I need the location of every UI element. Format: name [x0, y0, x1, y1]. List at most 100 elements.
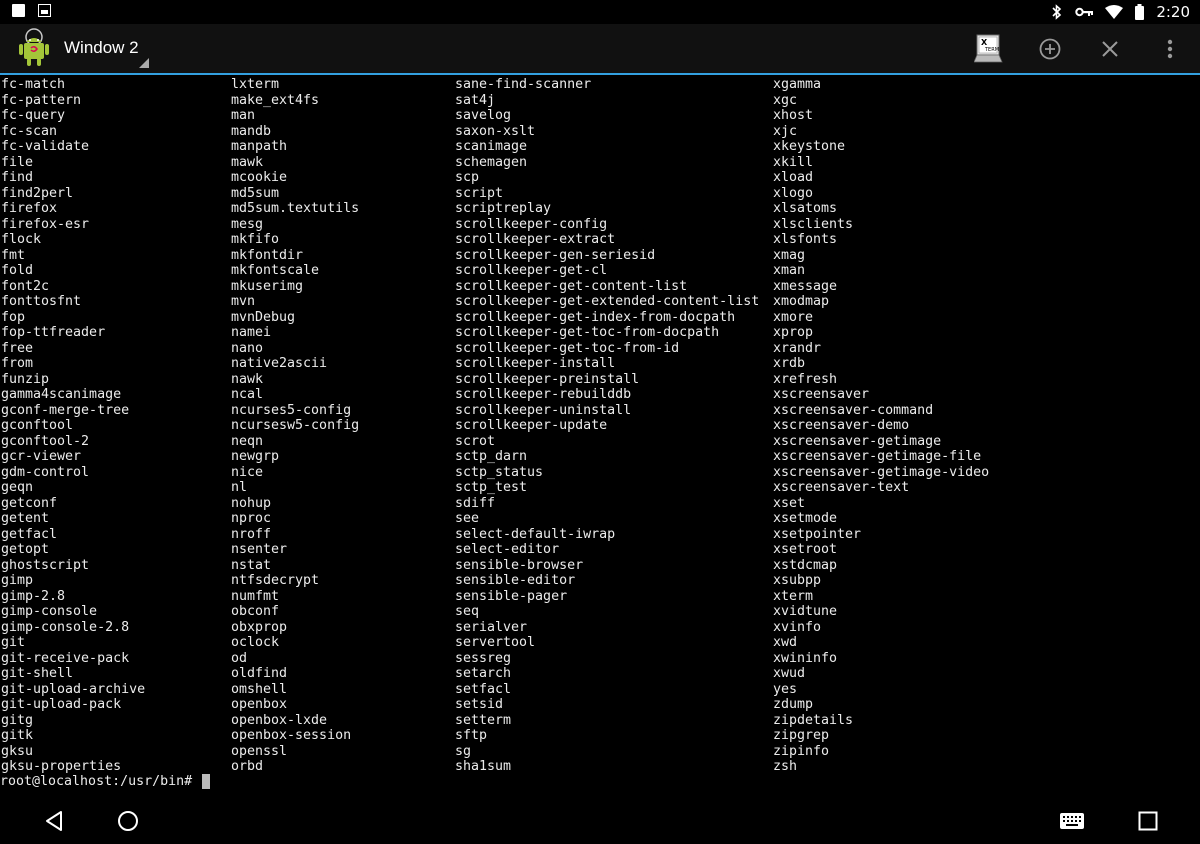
terminal-entry: nstat [231, 557, 272, 573]
terminal-entry: xmag [773, 247, 806, 263]
terminal-entry: mkfontdir [231, 247, 304, 263]
terminal-entry: saxon-xslt [455, 123, 536, 139]
terminal-entry: xhost [773, 108, 814, 123]
terminal-column-3: sane-find-scanner sat4j savelog saxon-xslt s… [455, 77, 759, 775]
terminal-entry: xstdcmap [773, 557, 838, 573]
recents-icon [1138, 811, 1158, 830]
terminal-entry: scrollkeeper-uninstall [455, 402, 632, 418]
terminal-entry: xscreensaver-getimage-video [773, 464, 990, 480]
terminal-entry: mcookie [231, 170, 288, 185]
debian-android-app-icon[interactable] [16, 28, 52, 68]
keyboard-button[interactable] [1054, 797, 1090, 844]
terminal-entry: sha1sum [455, 759, 512, 774]
terminal-entry: xwud [773, 666, 806, 681]
terminal-entry: xman [773, 263, 806, 278]
vpn-key-icon [1075, 7, 1094, 17]
terminal-entry: zsh [773, 759, 798, 774]
terminal-entry: geqn [1, 480, 34, 495]
terminal-entry: mesg [231, 216, 264, 232]
add-window-button[interactable] [1034, 24, 1066, 73]
terminal-entry: mkfontscale [231, 263, 320, 278]
terminal-entry: gitg [1, 712, 34, 728]
terminal-entry: serialver [455, 619, 528, 635]
terminal-entry: xkeystone [773, 139, 846, 154]
terminal-entry: xgc [773, 92, 798, 108]
terminal-entry: nl [231, 480, 248, 495]
terminal-entry: zipgrep [773, 728, 830, 743]
terminal-entry: md5sum [231, 185, 280, 201]
terminal-entry: xlsfonts [773, 232, 838, 247]
terminal-entry: openssl [231, 743, 288, 759]
terminal-entry: lxterm [231, 77, 280, 92]
terminal-entry: mvn [231, 294, 256, 309]
terminal-entry: oclock [231, 635, 280, 650]
navigation-bar [0, 797, 1200, 844]
terminal-entry: nproc [231, 511, 272, 526]
terminal-entry: scanimage [455, 139, 528, 154]
terminal-entry: od [231, 650, 248, 666]
recents-button[interactable] [1130, 797, 1166, 844]
terminal-entry: font2c [1, 278, 50, 294]
overflow-menu-button[interactable] [1156, 24, 1184, 73]
battery-icon [1135, 4, 1145, 20]
new-xterm-button[interactable]: X TERM [972, 24, 1006, 73]
terminal-entry: xprop [773, 325, 814, 340]
terminal-entry: xlogo [773, 185, 814, 201]
terminal-entry: xscreensaver-demo [773, 418, 910, 433]
terminal-entry: savelog [455, 108, 512, 123]
terminal-entry: xmessage [773, 278, 838, 294]
terminal-entry: getopt [1, 542, 50, 557]
home-button[interactable] [110, 797, 146, 844]
terminal-entry: yes [773, 681, 798, 697]
shell-prompt[interactable]: root@localhost:/usr/bin# [0, 774, 211, 790]
text-cursor [202, 774, 211, 789]
close-window-button[interactable] [1094, 24, 1126, 73]
terminal-entry: openbox-lxde [231, 712, 328, 728]
terminal-entry: fonttosfnt [1, 294, 82, 309]
terminal-entry: xscreensaver-getimage [773, 433, 942, 449]
terminal-entry: git-upload-archive [1, 681, 146, 697]
terminal-entry: firefox [1, 201, 58, 216]
terminal-entry: fc-match [1, 77, 66, 92]
terminal-entry: make_ext4fs [231, 92, 320, 108]
terminal-entry: nohup [231, 495, 272, 511]
terminal-entry: newgrp [231, 449, 280, 464]
terminal-entry: nroff [231, 526, 272, 542]
terminal-entry: scrollkeeper-get-extended-content-list [455, 294, 760, 309]
terminal-entry: sdiff [455, 495, 496, 511]
terminal-entry: getconf [1, 495, 58, 511]
terminal-entry: mvnDebug [231, 309, 296, 325]
svg-text:X: X [981, 38, 988, 47]
terminal-entry: xscreensaver-command [773, 402, 934, 418]
terminal-entry: schemagen [455, 154, 528, 170]
terminal-entry: scriptreplay [455, 201, 552, 216]
terminal-entry: xsetpointer [773, 526, 862, 542]
terminal-entry: setterm [455, 712, 512, 728]
terminal-entry: gksu-properties [1, 759, 122, 774]
terminal-entry: omshell [231, 681, 288, 697]
terminal-entry: getfacl [1, 526, 58, 542]
terminal-entry: sctp_darn [455, 449, 528, 464]
terminal-entry: xsetroot [773, 542, 838, 557]
terminal-entry: fc-validate [1, 139, 90, 154]
terminal-entry: xvinfo [773, 619, 822, 635]
terminal-entry: fc-scan [1, 123, 58, 139]
terminal-output[interactable]: fc-match fc-pattern fc-query fc-scan fc-vali… [0, 77, 1200, 797]
window-title[interactable]: Window 2 [64, 38, 139, 58]
terminal-entry: script [455, 185, 504, 201]
terminal-entry: nsenter [231, 542, 288, 557]
bluetooth-icon [1052, 4, 1062, 20]
terminal-entry: nice [231, 464, 264, 480]
back-button[interactable] [36, 797, 72, 844]
terminal-entry: gksu [1, 743, 34, 759]
terminal-entry: xkill [773, 154, 814, 170]
terminal-entry: setarch [455, 666, 512, 681]
terminal-entry: funzip [1, 371, 50, 387]
terminal-entry: xvidtune [773, 604, 838, 619]
terminal-entry: xwininfo [773, 650, 838, 666]
terminal-entry: scrollkeeper-gen-seriesid [455, 247, 656, 263]
status-bar: 2:20 [0, 0, 1200, 24]
window-dropdown-indicator[interactable] [139, 58, 149, 68]
terminal-entry: sftp [455, 728, 488, 743]
terminal-entry: xmodmap [773, 294, 830, 309]
